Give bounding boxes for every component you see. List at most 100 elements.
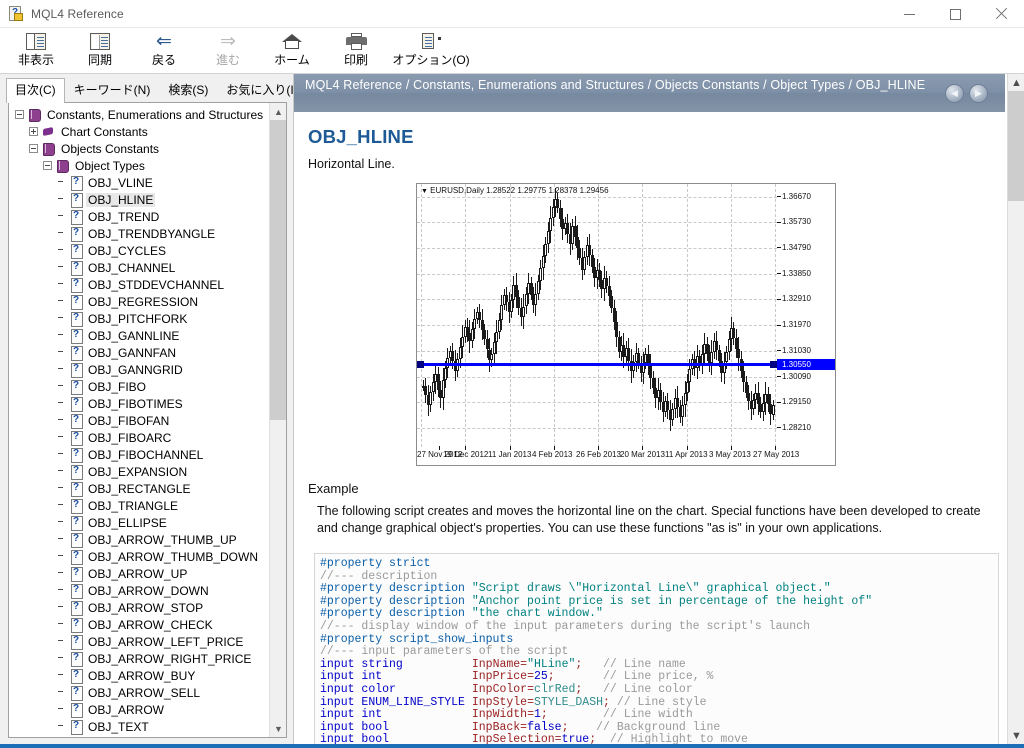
- tree-item[interactable]: Constants, Enumerations and Structures: [9, 106, 269, 123]
- price-tick-label: 1.28210: [777, 423, 811, 432]
- code-token: int: [361, 708, 383, 722]
- tree-item[interactable]: OBJ_VLINE: [9, 174, 269, 191]
- scrollbar-thumb[interactable]: [1008, 91, 1024, 201]
- tree-item[interactable]: OBJ_STDDEVCHANNEL: [9, 276, 269, 293]
- tree-item[interactable]: OBJ_CHANNEL: [9, 259, 269, 276]
- tree-spacer: [57, 705, 66, 714]
- scroll-up-icon[interactable]: ▲: [1008, 74, 1024, 91]
- scroll-down-icon[interactable]: ▼: [1008, 727, 1024, 744]
- page-help-icon: [70, 328, 83, 344]
- tree-item[interactable]: OBJ_GANNFAN: [9, 344, 269, 361]
- tab-contents[interactable]: 目次(C): [6, 78, 65, 103]
- tree-item[interactable]: OBJ_PITCHFORK: [9, 310, 269, 327]
- tree-item[interactable]: Chart Constants: [9, 123, 269, 140]
- code-token: // Background line: [596, 720, 721, 734]
- tree-item[interactable]: OBJ_GANNLINE: [9, 327, 269, 344]
- next-topic-button[interactable]: ▶: [969, 84, 988, 103]
- toolbar-button-print[interactable]: 印刷: [324, 28, 388, 73]
- tree-item[interactable]: OBJ_FIBOARC: [9, 429, 269, 446]
- tree-item[interactable]: OBJ_GANNGRID: [9, 361, 269, 378]
- tab-index[interactable]: キーワード(N): [65, 78, 160, 103]
- prev-topic-button[interactable]: ◀: [945, 84, 964, 103]
- toolbar-button-options[interactable]: オプション(O): [388, 28, 474, 73]
- scroll-down-icon[interactable]: ▼: [270, 720, 286, 737]
- chart-gridline: [465, 184, 466, 447]
- price-tick-text: 1.32910: [782, 294, 811, 304]
- time-tick-label: 20 Mar 2013: [620, 446, 665, 459]
- tree-spacer: [57, 671, 66, 680]
- tree-item[interactable]: OBJ_HLINE: [9, 191, 269, 208]
- page-title: OBJ_HLINE: [308, 126, 414, 147]
- tree-item[interactable]: OBJ_ARROW: [9, 701, 269, 718]
- toolbar-button-back[interactable]: ⇐ 戻る: [132, 28, 196, 73]
- content-scrollbar[interactable]: ▲ ▼: [1007, 74, 1024, 744]
- tree-item[interactable]: OBJ_TREND: [9, 208, 269, 225]
- toolbar-button-sync[interactable]: 同期: [68, 28, 132, 73]
- page-help-icon: [70, 685, 83, 701]
- page-help-icon: [70, 362, 83, 378]
- tree-item[interactable]: OBJ_FIBOTIMES: [9, 395, 269, 412]
- topic-nav-buttons: ◀ ▶: [945, 84, 988, 103]
- tree-item[interactable]: OBJ_RECTANGLE: [9, 480, 269, 497]
- toolbar-button-hide[interactable]: 非表示: [4, 28, 68, 73]
- minimize-button[interactable]: [886, 0, 932, 28]
- book-icon: [28, 108, 41, 122]
- scroll-up-icon[interactable]: ▲: [270, 103, 286, 120]
- tree-item[interactable]: OBJ_EXPANSION: [9, 463, 269, 480]
- code-token: input: [320, 708, 362, 722]
- tree-item[interactable]: OBJ_ARROW_DOWN: [9, 582, 269, 599]
- toolbar-button-forward[interactable]: ⇒ 進む: [196, 28, 260, 73]
- tree-item[interactable]: OBJ_FIBOCHANNEL: [9, 446, 269, 463]
- contents-tree[interactable]: Constants, Enumerations and Structures Ch…: [8, 102, 287, 738]
- tree-item[interactable]: OBJ_ARROW_STOP: [9, 599, 269, 616]
- tree-scrollbar[interactable]: ▲ ▼: [269, 103, 286, 737]
- code-token: //--- description: [320, 569, 438, 583]
- expand-icon[interactable]: [29, 127, 38, 136]
- code-token: ;: [561, 720, 597, 734]
- tree-item[interactable]: OBJ_ARROW_LEFT_PRICE: [9, 633, 269, 650]
- tree-item[interactable]: OBJ_FIBOFAN: [9, 412, 269, 429]
- scrollbar-thumb[interactable]: [270, 120, 286, 420]
- collapse-icon[interactable]: [15, 110, 24, 119]
- tree-item[interactable]: OBJ_ARROW_THUMB_UP: [9, 531, 269, 548]
- toolbar-label: 印刷: [343, 53, 368, 67]
- options-icon: [421, 30, 441, 52]
- tree-item-label: OBJ_FIBOFAN: [88, 413, 170, 428]
- time-tick-text: 11 Apr 2013: [665, 450, 708, 459]
- horizontal-line-object[interactable]: [417, 360, 777, 368]
- page-help-icon: [70, 294, 83, 310]
- tree-item[interactable]: OBJ_ARROW_SELL: [9, 684, 269, 701]
- tree-item[interactable]: OBJ_TRENDBYANGLE: [9, 225, 269, 242]
- page-help-icon: [70, 447, 83, 463]
- tab-search[interactable]: 検索(S): [159, 78, 217, 103]
- tree-spacer: [57, 603, 66, 612]
- tree-item-label: OBJ_REGRESSION: [88, 294, 199, 309]
- tree-item[interactable]: OBJ_TEXT: [9, 718, 269, 735]
- toolbar-button-home[interactable]: ホーム: [260, 28, 324, 73]
- tree-item[interactable]: OBJ_ARROW_BUY: [9, 667, 269, 684]
- tree-item[interactable]: Objects Constants: [9, 140, 269, 157]
- tree-item[interactable]: OBJ_TRIANGLE: [9, 497, 269, 514]
- maximize-button[interactable]: [932, 0, 978, 28]
- code-token: #property script_show_inputs: [320, 632, 514, 646]
- tree-item[interactable]: OBJ_ELLIPSE: [9, 514, 269, 531]
- eurusd-daily-chart: ▼ EURUSD,Daily 1.28522 1.29775 1.28378 1…: [416, 183, 836, 466]
- page-help-icon: [70, 719, 83, 735]
- chart-gridline: [417, 222, 777, 224]
- price-tick-label: 1.29150: [777, 397, 811, 406]
- collapse-icon[interactable]: [43, 161, 52, 170]
- tree-item[interactable]: OBJ_ARROW_RIGHT_PRICE: [9, 650, 269, 667]
- tree-item[interactable]: Object Types: [9, 157, 269, 174]
- price-tick-label: 1.34790: [777, 243, 811, 252]
- tree-item-label: OBJ_GANNGRID: [88, 362, 183, 377]
- tree-item[interactable]: OBJ_ARROW_UP: [9, 565, 269, 582]
- tree-item-label: OBJ_ARROW_DOWN: [88, 583, 209, 598]
- tree-item[interactable]: OBJ_ARROW_CHECK: [9, 616, 269, 633]
- close-button[interactable]: [978, 0, 1024, 28]
- tree-item[interactable]: OBJ_CYCLES: [9, 242, 269, 259]
- tree-item[interactable]: OBJ_REGRESSION: [9, 293, 269, 310]
- tree-item[interactable]: OBJ_FIBO: [9, 378, 269, 395]
- tree-item[interactable]: OBJ_ARROW_THUMB_DOWN: [9, 548, 269, 565]
- collapse-icon[interactable]: [29, 144, 38, 153]
- hline-price-label: 1.30550: [777, 358, 835, 370]
